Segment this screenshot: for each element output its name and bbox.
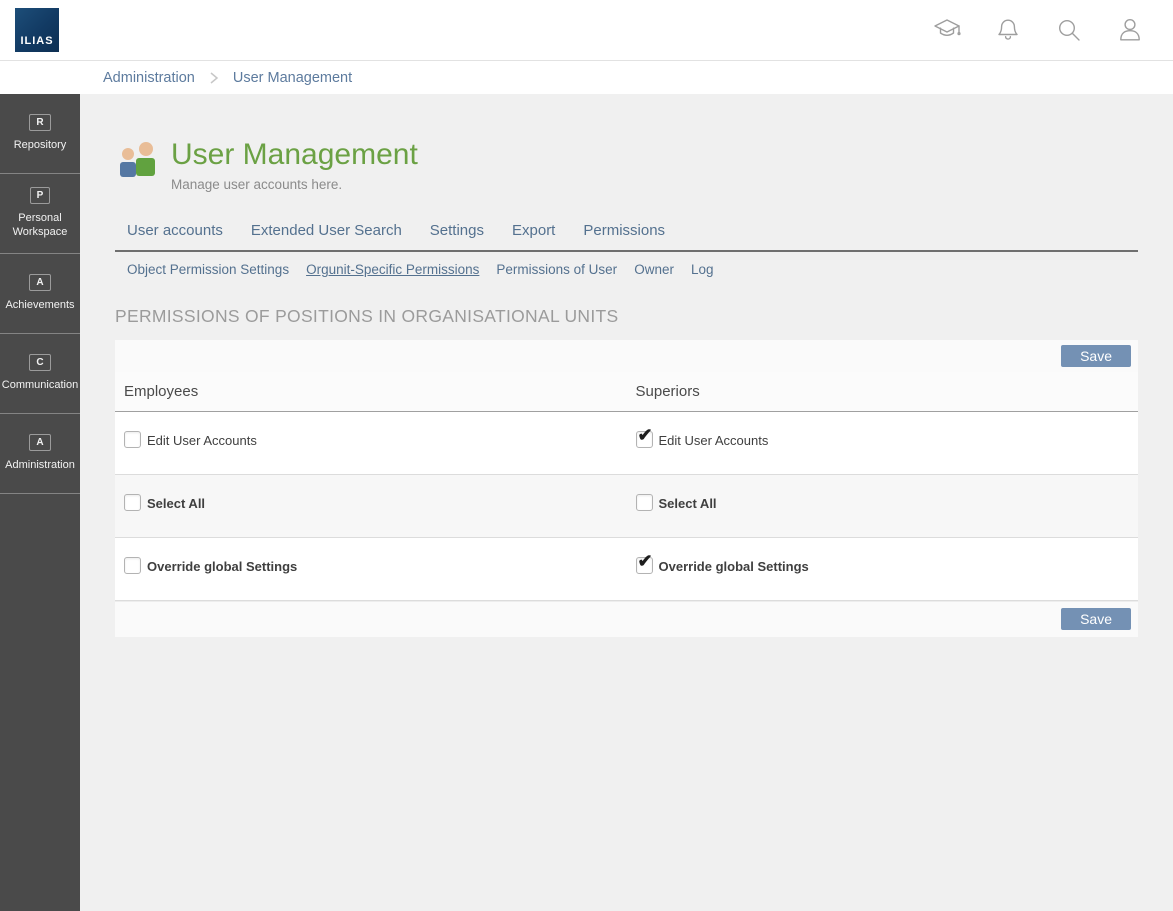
- superiors-cell: Edit User Accounts: [627, 412, 1139, 474]
- column-header-employees: Employees: [115, 372, 627, 411]
- employees-cell: Edit User Accounts: [115, 412, 627, 474]
- table-row-edit-user-accounts: Edit User Accounts Edit User Accounts: [115, 412, 1138, 475]
- breadcrumb: Administration User Management: [0, 60, 1173, 94]
- user-account-icon[interactable]: [1115, 15, 1145, 45]
- sidebar-item-label: Administration: [5, 459, 75, 473]
- sidebar-item-administration[interactable]: A Administration: [0, 414, 80, 494]
- page-title: User Management: [171, 138, 418, 171]
- tab-extended-user-search[interactable]: Extended User Search: [251, 222, 402, 239]
- sidebar-item-repository[interactable]: R Repository: [0, 94, 80, 174]
- employees-select-all-checkbox[interactable]: [124, 494, 141, 511]
- notifications-bell-icon[interactable]: [993, 15, 1023, 45]
- content-area: User Management Manage user accounts her…: [80, 94, 1173, 911]
- page-header-text: User Management Manage user accounts her…: [171, 138, 418, 192]
- tab-user-accounts[interactable]: User accounts: [127, 222, 223, 239]
- sidebar-item-communication[interactable]: C Communication: [0, 334, 80, 414]
- table-row-override-global-settings: Override global Settings Override global…: [115, 538, 1138, 601]
- subtab-owner[interactable]: Owner: [634, 262, 674, 277]
- subtab-object-permission-settings[interactable]: Object Permission Settings: [127, 262, 289, 277]
- topbar-icons: [932, 15, 1145, 45]
- sidebar-item-label: Repository: [14, 139, 67, 153]
- subtab-permissions-of-user[interactable]: Permissions of User: [496, 262, 617, 277]
- employees-override-global-settings-checkbox[interactable]: [124, 557, 141, 574]
- search-icon[interactable]: [1054, 15, 1084, 45]
- sidebar: R Repository P Personal Workspace A Achi…: [0, 94, 80, 911]
- checkbox-label: Select All: [147, 496, 205, 511]
- table-header-row: Employees Superiors: [115, 372, 1138, 412]
- page-header: User Management Manage user accounts her…: [115, 138, 1138, 192]
- table-command-row-bottom: Save: [115, 601, 1138, 637]
- tab-export[interactable]: Export: [512, 222, 555, 239]
- checkbox-label: Edit User Accounts: [659, 433, 769, 448]
- checkbox-label: Select All: [659, 496, 717, 511]
- save-button-top[interactable]: Save: [1061, 345, 1131, 367]
- column-header-superiors: Superiors: [627, 372, 1139, 411]
- permissions-table: Save Employees Superiors Edit User Accou…: [115, 340, 1138, 637]
- breadcrumb-administration[interactable]: Administration: [103, 70, 195, 86]
- employees-edit-user-accounts-checkbox[interactable]: [124, 431, 141, 448]
- main-area: R Repository P Personal Workspace A Achi…: [0, 94, 1173, 911]
- sidebar-item-label: Achievements: [5, 299, 74, 313]
- chevron-right-icon: [209, 71, 219, 85]
- table-command-row-top: Save: [115, 340, 1138, 372]
- superiors-select-all-checkbox[interactable]: [636, 494, 653, 511]
- sidebar-item-label: Communication: [2, 379, 78, 393]
- users-icon: [115, 142, 163, 184]
- superiors-cell: Select All: [627, 475, 1139, 537]
- ilias-logo[interactable]: ILIAS: [15, 8, 59, 52]
- ilias-logo-text: ILIAS: [20, 35, 53, 47]
- breadcrumb-user-management[interactable]: User Management: [233, 70, 352, 86]
- communication-icon: C: [29, 354, 50, 371]
- employees-cell: Override global Settings: [115, 538, 627, 600]
- sidebar-item-label: Personal Workspace: [2, 212, 78, 240]
- save-button-bottom[interactable]: Save: [1061, 608, 1131, 630]
- tab-permissions[interactable]: Permissions: [583, 222, 665, 239]
- employees-cell: Select All: [115, 475, 627, 537]
- superiors-override-global-settings-checkbox[interactable]: [636, 557, 653, 574]
- checkbox-label: Edit User Accounts: [147, 433, 257, 448]
- sidebar-item-achievements[interactable]: A Achievements: [0, 254, 80, 334]
- subtab-log[interactable]: Log: [691, 262, 714, 277]
- app-window: ILIAS: [0, 0, 1173, 911]
- checkbox-label: Override global Settings: [659, 559, 809, 574]
- subtab-orgunit-specific-permissions[interactable]: Orgunit-Specific Permissions: [306, 262, 479, 277]
- table-row-select-all: Select All Select All: [115, 475, 1138, 538]
- tab-bar: User accounts Extended User Search Setti…: [115, 222, 1138, 252]
- checkbox-label: Override global Settings: [147, 559, 297, 574]
- top-bar: ILIAS: [0, 0, 1173, 60]
- superiors-cell: Override global Settings: [627, 538, 1139, 600]
- personal-workspace-icon: P: [30, 187, 51, 204]
- achievements-icon: A: [29, 274, 50, 291]
- section-heading: PERMISSIONS OF POSITIONS IN ORGANISATION…: [115, 306, 1138, 327]
- repository-icon: R: [29, 114, 50, 131]
- administration-icon: A: [29, 434, 50, 451]
- learning-cap-icon[interactable]: [932, 15, 962, 45]
- subtab-bar: Object Permission Settings Orgunit-Speci…: [115, 262, 1138, 277]
- superiors-edit-user-accounts-checkbox[interactable]: [636, 431, 653, 448]
- page-subtitle: Manage user accounts here.: [171, 177, 418, 192]
- tab-settings[interactable]: Settings: [430, 222, 484, 239]
- sidebar-item-personal-workspace[interactable]: P Personal Workspace: [0, 174, 80, 254]
